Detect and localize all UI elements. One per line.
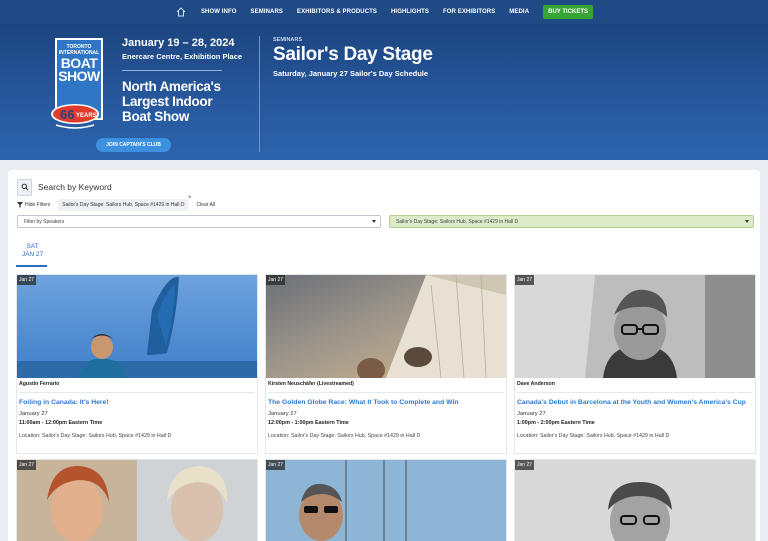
hide-filters-button[interactable]: Hide Filters [17,202,50,208]
filters-row: Hide Filters Sailor's Day Stage: Sailors… [17,195,215,211]
session-title-link[interactable]: The Golden Globe Race: What It Took to C… [268,399,459,406]
schedule-panel: Search by Keyword Hide Filters Sailor's … [8,170,760,541]
hero-eyebrow: SEMINARS [273,37,303,43]
session-photo[interactable]: Jan 27 [515,460,755,541]
session-time: 12:00pm - 1:00pm Eastern Time [268,420,349,426]
session-date: January 27 [19,411,48,417]
session-card[interactable]: Jan 27 [16,459,258,541]
card-divider [19,392,255,393]
card-divider [268,392,504,393]
nav-seminars[interactable]: SEMINARS [251,9,283,15]
hide-filters-label: Hide Filters [25,202,51,208]
date-badge: Jan 27 [515,275,535,285]
session-location: Location: Sailor's Day Stage: Sailors Hu… [19,433,172,439]
active-filter-label: Sailor's Day Stage: Sailors Hub, Space #… [62,202,185,208]
show-venue: Enercare Centre, Exhibition Place [122,52,243,61]
session-card[interactable]: Jan 27 Agustin Ferrario Foiling in Canad… [16,274,258,454]
active-filter-chip[interactable]: Sailor's Day Stage: Sailors Hub, Space #… [58,195,191,211]
nav-show-info[interactable]: SHOW INFO [201,9,237,15]
hero-rule [122,70,222,71]
nav-exhibitors-products[interactable]: EXHIBITORS & PRODUCTS [297,9,377,15]
page-subtitle: Saturday, January 27 Sailor's Day Schedu… [273,69,429,78]
logo-years-word: YEARS [76,113,97,119]
speaker-name[interactable]: Dave Anderson [517,381,555,387]
session-photo[interactable]: Jan 27 [266,275,506,378]
date-badge: Jan 27 [266,275,286,285]
session-date: January 27 [517,411,546,417]
nav-for-exhibitors[interactable]: FOR EXHIBITORS [443,9,495,15]
active-tab-indicator [16,265,47,267]
speakers-select[interactable]: Filter by Speakers [17,215,381,228]
session-title-link[interactable]: Foiling in Canada: It's Here! [19,399,109,406]
66-years-emblem-icon: 66 YEARS [51,104,99,129]
session-card[interactable]: Jan 27 Dave Anderson Canada's Debut in B… [514,274,756,454]
hero-banner: TORONTO INTERNATIONAL BOAT SHOW 66 YEARS… [0,24,768,160]
session-photo[interactable]: Jan 27 [515,275,755,378]
session-time: 1:00pm - 2:00pm Eastern Time [517,420,595,426]
tab-sat-jan-27[interactable]: SAT JAN 27 [18,243,47,258]
show-tagline: North America's Largest Indoor Boat Show [122,79,221,124]
tab-day-of-week: SAT [26,243,39,250]
nav-media[interactable]: MEDIA [509,9,529,15]
home-icon[interactable] [175,6,187,18]
location-select[interactable]: Sailor's Day Stage: Sailors Hub, Space #… [389,215,754,228]
date-badge: Jan 27 [515,460,535,470]
session-photo[interactable]: Jan 27 [266,460,506,541]
tab-date: JAN 27 [21,250,44,258]
card-divider [517,392,753,393]
logo-main-text: BOAT SHOW [58,55,100,84]
date-badge: Jan 27 [266,460,286,470]
session-photo[interactable]: Jan 27 [17,460,257,541]
show-dates: January 19 – 28, 2024 [122,37,235,49]
session-location: Location: Sailor's Day Stage: Sailors Hu… [268,433,421,439]
date-badge: Jan 27 [17,275,37,285]
keyword-search: Search by Keyword [17,178,112,196]
session-title-link[interactable]: Canada's Debut in Barcelona at the Youth… [517,399,746,406]
session-photo[interactable]: Jan 27 [17,275,257,378]
page-title: Sailor's Day Stage [273,44,433,65]
filter-icon [17,202,23,208]
buy-tickets-button[interactable]: BUY TICKETS [543,5,594,19]
speaker-name[interactable]: Agustin Ferrario [19,381,59,387]
nav-highlights[interactable]: HIGHLIGHTS [391,9,429,15]
search-input[interactable]: Search by Keyword [38,182,112,192]
location-select-value: Sailor's Day Stage: Sailors Hub, Space #… [396,218,519,225]
chevron-down-icon [372,220,376,223]
close-icon[interactable]: × [188,195,192,201]
clear-all-link[interactable]: Clear All [196,202,215,208]
speaker-name[interactable]: Kirsten Neuschäfer (Livestreamed) [268,381,354,387]
date-badge: Jan 27 [17,460,37,470]
speakers-select-value: Filter by Speakers [24,218,65,225]
session-card[interactable]: Jan 27 Kirsten Neuschäfer (Livestreamed)… [265,274,507,454]
session-location: Location: Sailor's Day Stage: Sailors Hu… [517,433,670,439]
session-card[interactable]: Jan 27 [265,459,507,541]
search-button[interactable] [17,178,32,196]
session-card[interactable]: Jan 27 [514,459,756,541]
hero-divider [259,36,260,152]
join-captains-club-button[interactable]: JOIN CAPTAIN'S CLUB [96,138,171,152]
session-date: January 27 [268,411,297,417]
chevron-down-icon [745,220,749,223]
logo-years-num: 66 [60,107,74,122]
search-icon [21,183,28,191]
top-nav: SHOW INFO SEMINARS EXHIBITORS & PRODUCTS… [0,0,768,24]
session-time: 11:00am - 12:00pm Eastern Time [19,420,103,426]
